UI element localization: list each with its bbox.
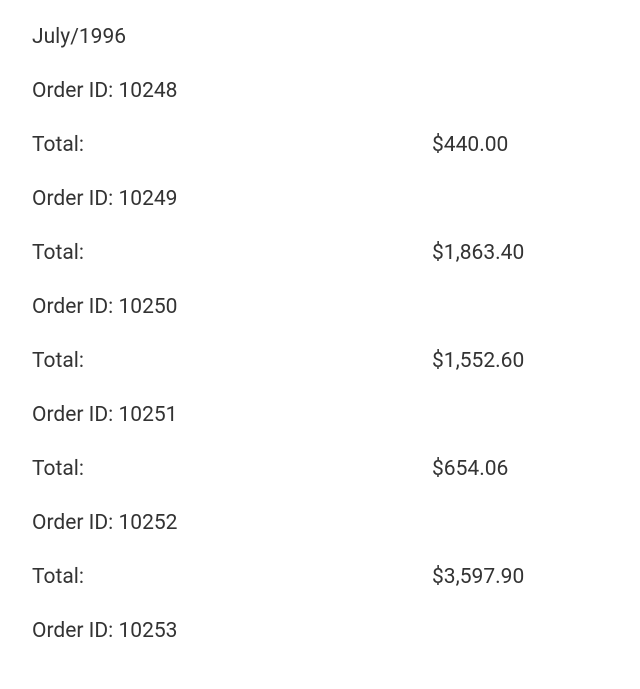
total-row: Total: $1,552.60 <box>32 349 608 373</box>
order-id-label: Order ID: <box>32 187 118 211</box>
total-row: Total: $3,597.90 <box>32 565 608 589</box>
order-id-label: Order ID: <box>32 619 118 643</box>
order-id-row: Order ID: 10252 <box>32 511 608 535</box>
total-row: Total: $1,863.40 <box>32 241 608 265</box>
total-value: $654.06 <box>432 457 608 481</box>
order-id-label: Order ID: <box>32 79 118 103</box>
total-label: Total: <box>32 133 432 157</box>
order-id-label: Order ID: <box>32 511 118 535</box>
order-block: Order ID: 10252 Total: $3,597.90 <box>32 511 608 589</box>
order-id-value: 10249 <box>118 187 177 211</box>
order-id-label: Order ID: <box>32 403 118 427</box>
order-id-row: Order ID: 10253 <box>32 619 608 643</box>
order-id-value: 10251 <box>118 403 177 427</box>
order-block: Order ID: 10249 Total: $1,863.40 <box>32 187 608 265</box>
order-id-row: Order ID: 10249 <box>32 187 608 211</box>
order-id-label: Order ID: <box>32 295 118 319</box>
order-id-row: Order ID: 10251 <box>32 403 608 427</box>
order-block: Order ID: 10253 <box>32 619 608 643</box>
order-block: Order ID: 10248 Total: $440.00 <box>32 79 608 157</box>
total-label: Total: <box>32 457 432 481</box>
total-value: $1,552.60 <box>432 349 608 373</box>
order-block: Order ID: 10251 Total: $654.06 <box>32 403 608 481</box>
order-id-value: 10253 <box>118 619 177 643</box>
order-id-value: 10248 <box>118 79 177 103</box>
total-row: Total: $440.00 <box>32 133 608 157</box>
total-value: $440.00 <box>432 133 608 157</box>
order-block: Order ID: 10250 Total: $1,552.60 <box>32 295 608 373</box>
total-value: $3,597.90 <box>432 565 608 589</box>
order-id-value: 10250 <box>118 295 177 319</box>
total-label: Total: <box>32 565 432 589</box>
total-label: Total: <box>32 241 432 265</box>
order-id-row: Order ID: 10250 <box>32 295 608 319</box>
order-id-row: Order ID: 10248 <box>32 79 608 103</box>
header-date: July/1996 <box>32 25 608 49</box>
total-label: Total: <box>32 349 432 373</box>
order-id-value: 10252 <box>118 511 177 535</box>
total-row: Total: $654.06 <box>32 457 608 481</box>
total-value: $1,863.40 <box>432 241 608 265</box>
